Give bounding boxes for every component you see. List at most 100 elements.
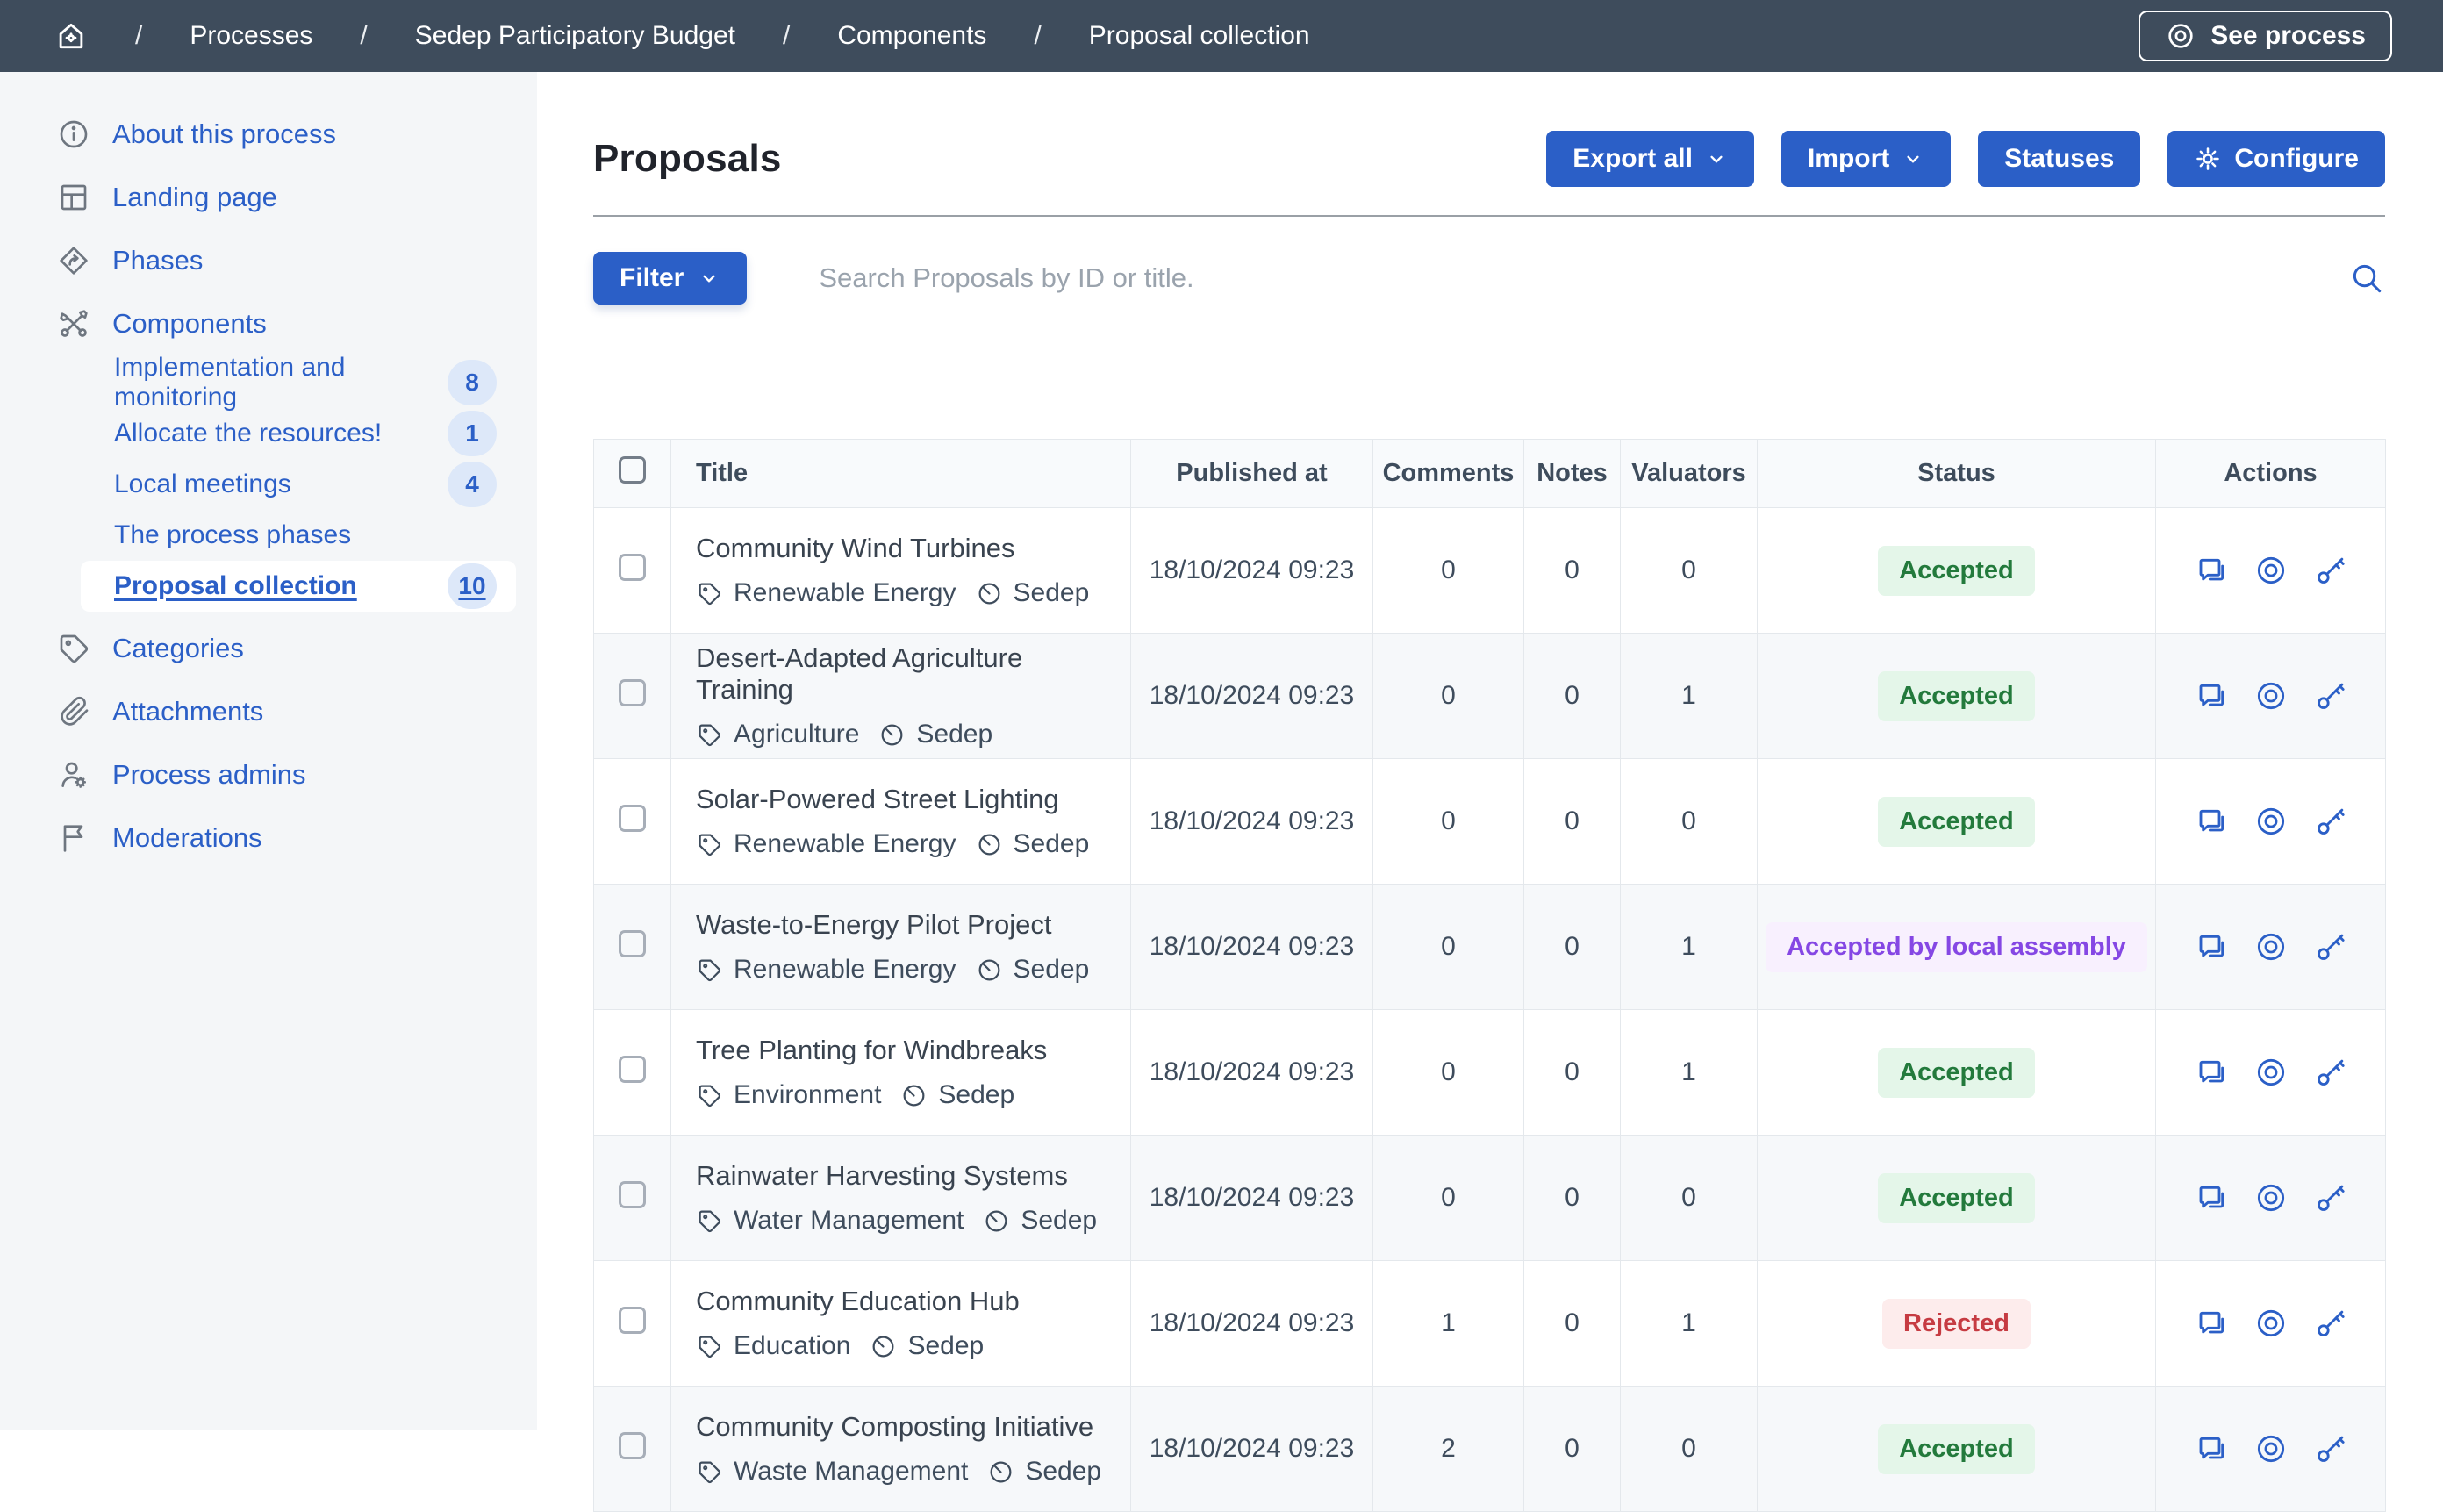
sidebar: About this process Landing page Phases xyxy=(0,72,537,1430)
notes-cell: 0 xyxy=(1524,1136,1621,1261)
permissions-key-icon[interactable] xyxy=(2313,1055,2348,1090)
export-all-button[interactable]: Export all xyxy=(1546,131,1754,187)
select-all-checkbox[interactable] xyxy=(619,456,646,484)
see-process-button[interactable]: See process xyxy=(2139,11,2392,61)
answer-proposal-icon[interactable] xyxy=(2194,1180,2229,1215)
phases-icon xyxy=(56,243,91,278)
proposal-title-link[interactable]: Desert-Adapted Agriculture Training xyxy=(696,642,1113,706)
preview-icon[interactable] xyxy=(2253,1180,2289,1215)
status-badge: Rejected xyxy=(1882,1299,2031,1349)
preview-icon[interactable] xyxy=(2253,929,2289,964)
preview-icon[interactable] xyxy=(2253,553,2289,588)
statuses-label: Statuses xyxy=(2004,144,2114,174)
sidebar-item-about[interactable]: About this process xyxy=(0,103,537,166)
answer-proposal-icon[interactable] xyxy=(2194,929,2229,964)
proposal-title-link[interactable]: Community Education Hub xyxy=(696,1286,1113,1317)
preview-icon[interactable] xyxy=(2253,1306,2289,1341)
answer-proposal-icon[interactable] xyxy=(2194,1306,2229,1341)
sidebar-item-process-admins[interactable]: Process admins xyxy=(0,743,537,806)
proposal-category: Waste Management xyxy=(734,1457,968,1487)
notes-cell: 0 xyxy=(1524,1387,1621,1512)
sidebar-item-implementation-and-monitoring[interactable]: Implementation and monitoring 8 xyxy=(81,357,516,408)
breadcrumb-proposal-collection[interactable]: Proposal collection xyxy=(1089,21,1310,51)
row-checkbox[interactable] xyxy=(619,1056,646,1083)
count-badge: 4 xyxy=(448,462,497,507)
configure-label: Configure xyxy=(2234,144,2359,174)
row-checkbox[interactable] xyxy=(619,930,646,957)
filter-button[interactable]: Filter xyxy=(593,252,747,305)
sidebar-item-attachments[interactable]: Attachments xyxy=(0,680,537,743)
permissions-key-icon[interactable] xyxy=(2313,1306,2348,1341)
sidebar-item-components[interactable]: Components xyxy=(0,292,537,355)
search-icon[interactable] xyxy=(2348,260,2385,297)
permissions-key-icon[interactable] xyxy=(2313,553,2348,588)
statuses-button[interactable]: Statuses xyxy=(1978,131,2140,187)
proposal-title-link[interactable]: Tree Planting for Windbreaks xyxy=(696,1035,1113,1066)
proposal-title-link[interactable]: Solar-Powered Street Lighting xyxy=(696,784,1113,815)
proposal-category: Agriculture xyxy=(734,720,859,749)
preview-icon[interactable] xyxy=(2253,1431,2289,1466)
proposal-title-link[interactable]: Community Composting Initiative xyxy=(696,1411,1113,1443)
breadcrumb-process[interactable]: Sedep Participatory Budget xyxy=(415,21,735,51)
main-content: Proposals Export all Import Statuses xyxy=(537,72,2443,1430)
sidebar-item-phases[interactable]: Phases xyxy=(0,229,537,292)
status-badge: Accepted xyxy=(1878,797,2035,847)
proposal-scope: Sedep xyxy=(938,1080,1014,1110)
proposal-title-link[interactable]: Rainwater Harvesting Systems xyxy=(696,1160,1113,1192)
row-checkbox[interactable] xyxy=(619,1181,646,1208)
valuators-cell: 0 xyxy=(1621,508,1758,634)
row-checkbox[interactable] xyxy=(619,1432,646,1459)
sidebar-item-label: Proposal collection xyxy=(114,571,448,601)
home-icon[interactable] xyxy=(54,19,88,53)
comments-cell: 0 xyxy=(1373,1010,1524,1136)
answer-proposal-icon[interactable] xyxy=(2194,553,2229,588)
row-checkbox[interactable] xyxy=(619,805,646,832)
proposal-category: Water Management xyxy=(734,1206,964,1236)
scope-icon xyxy=(987,1458,1014,1486)
status-badge: Accepted xyxy=(1878,1048,2035,1098)
answer-proposal-icon[interactable] xyxy=(2194,678,2229,713)
components-sub-list: Implementation and monitoring 8 Allocate… xyxy=(81,357,516,612)
permissions-key-icon[interactable] xyxy=(2313,678,2348,713)
sidebar-item-local-meetings[interactable]: Local meetings 4 xyxy=(81,459,516,510)
permissions-key-icon[interactable] xyxy=(2313,1180,2348,1215)
proposal-category: Environment xyxy=(734,1080,881,1110)
import-button[interactable]: Import xyxy=(1781,131,1951,187)
sidebar-item-categories[interactable]: Categories xyxy=(0,617,537,680)
sidebar-item-allocate-the-resources[interactable]: Allocate the resources! 1 xyxy=(81,408,516,459)
permissions-key-icon[interactable] xyxy=(2313,929,2348,964)
sidebar-item-the-process-phases[interactable]: The process phases xyxy=(81,510,516,561)
answer-proposal-icon[interactable] xyxy=(2194,1431,2229,1466)
proposal-title-link[interactable]: Waste-to-Energy Pilot Project xyxy=(696,909,1113,941)
notes-cell: 0 xyxy=(1524,885,1621,1010)
preview-icon[interactable] xyxy=(2253,804,2289,839)
answer-proposal-icon[interactable] xyxy=(2194,804,2229,839)
table-row: Waste-to-Energy Pilot Project Renewable … xyxy=(594,885,2386,1010)
search-input[interactable] xyxy=(819,262,2331,294)
sidebar-item-label: Allocate the resources! xyxy=(114,419,448,448)
column-header-title: Title xyxy=(671,440,1131,508)
permissions-key-icon[interactable] xyxy=(2313,804,2348,839)
sidebar-item-moderations[interactable]: Moderations xyxy=(0,806,537,870)
preview-icon[interactable] xyxy=(2253,678,2289,713)
proposals-table: Title Published at Comments Notes Valuat… xyxy=(593,439,2386,1512)
status-badge: Accepted xyxy=(1878,546,2035,596)
configure-button[interactable]: Configure xyxy=(2167,131,2385,187)
table-row: Community Education Hub Education Sed xyxy=(594,1261,2386,1387)
scope-icon xyxy=(983,1207,1010,1235)
sidebar-item-proposal-collection[interactable]: Proposal collection 10 xyxy=(81,561,516,612)
preview-icon[interactable] xyxy=(2253,1055,2289,1090)
permissions-key-icon[interactable] xyxy=(2313,1431,2348,1466)
row-checkbox[interactable] xyxy=(619,679,646,706)
proposal-title-link[interactable]: Community Wind Turbines xyxy=(696,533,1113,564)
comments-cell: 1 xyxy=(1373,1261,1524,1387)
notes-cell: 0 xyxy=(1524,634,1621,759)
row-checkbox[interactable] xyxy=(619,554,646,581)
answer-proposal-icon[interactable] xyxy=(2194,1055,2229,1090)
count-badge: 10 xyxy=(448,563,497,609)
breadcrumb-processes[interactable]: Processes xyxy=(190,21,312,51)
row-checkbox[interactable] xyxy=(619,1307,646,1334)
breadcrumb-separator: / xyxy=(783,21,790,51)
sidebar-item-landing-page[interactable]: Landing page xyxy=(0,166,537,229)
breadcrumb-components[interactable]: Components xyxy=(837,21,986,51)
